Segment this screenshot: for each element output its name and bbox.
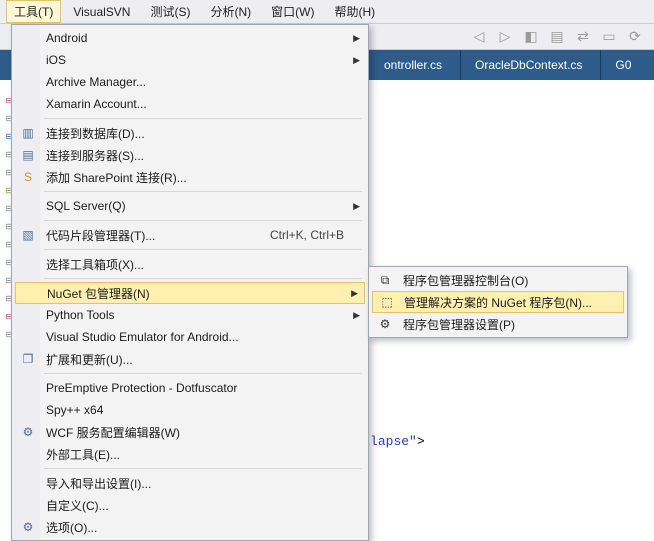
menu-label: 导入和导出设置(I)... [46, 475, 151, 492]
submenu-item-manage-nuget[interactable]: ⬚ 管理解决方案的 NuGet 程序包(N)... [372, 291, 624, 313]
menu-label: Xamarin Account... [46, 97, 147, 111]
nav-back-icon: ◁ [470, 28, 488, 45]
menu-label: 程序包管理器设置(P) [403, 316, 515, 333]
menu-item-exttools[interactable]: 外部工具(E)... [14, 443, 366, 465]
submenu-item-pmconsole[interactable]: ⧉ 程序包管理器控制台(O) [371, 269, 625, 291]
menu-analyze[interactable]: 分析(N) [202, 0, 259, 23]
menu-item-python[interactable]: Python Tools ▶ [14, 304, 366, 326]
menu-label: WCF 服务配置编辑器(W) [46, 424, 180, 441]
menu-visualsvn[interactable]: VisualSVN [65, 2, 138, 22]
console-icon: ⧉ [376, 273, 394, 288]
menu-label: 添加 SharePoint 连接(R)... [46, 169, 187, 186]
menu-item-dotfuscator[interactable]: PreEmptive Protection - Dotfuscator [14, 377, 366, 399]
submenu-arrow-icon: ▶ [353, 33, 360, 44]
wcf-icon: ⚙ [19, 425, 37, 439]
menu-item-spy[interactable]: Spy++ x64 [14, 399, 366, 421]
snippet-icon: ▧ [19, 228, 37, 242]
tab-controller[interactable]: ontroller.cs [370, 50, 460, 80]
extensions-icon: ❐ [19, 352, 37, 366]
tab-g0[interactable]: G0 [600, 50, 649, 80]
menu-label: 选择工具箱项(X)... [46, 256, 144, 273]
menu-item-xamarin[interactable]: Xamarin Account... [14, 93, 366, 115]
menu-label: NuGet 包管理器(N) [47, 285, 150, 302]
menu-label: 扩展和更新(U)... [46, 351, 133, 368]
menu-separator [44, 278, 362, 279]
menu-item-dbconnect[interactable]: ▥ 连接到数据库(D)... [14, 122, 366, 144]
menu-item-wcf[interactable]: ⚙ WCF 服务配置编辑器(W) [14, 421, 366, 443]
nuget-submenu: ⧉ 程序包管理器控制台(O) ⬚ 管理解决方案的 NuGet 程序包(N)...… [368, 266, 628, 338]
tools-menu: Android ▶ iOS ▶ Archive Manager... Xamar… [11, 24, 369, 541]
menu-item-impexp[interactable]: 导入和导出设置(I)... [14, 472, 366, 494]
nav-fwd-icon: ▷ [496, 28, 514, 45]
menu-label: iOS [46, 53, 66, 67]
submenu-item-pmsettings[interactable]: ⚙ 程序包管理器设置(P) [371, 313, 625, 335]
menu-label: 选项(O)... [46, 519, 97, 536]
menu-label: 自定义(C)... [46, 497, 109, 514]
menu-item-android[interactable]: Android ▶ [14, 27, 366, 49]
menu-label: Spy++ x64 [46, 403, 103, 417]
menubar: 工具(T) VisualSVN 测试(S) 分析(N) 窗口(W) 帮助(H) [0, 0, 654, 24]
menu-separator [44, 373, 362, 374]
shortcut: Ctrl+K, Ctrl+B [270, 228, 344, 242]
menu-item-sqlserver[interactable]: SQL Server(Q) ▶ [14, 195, 366, 217]
refresh-icon: ⟳ [626, 28, 644, 45]
submenu-arrow-icon: ▶ [353, 55, 360, 66]
menu-help[interactable]: 帮助(H) [326, 0, 383, 23]
bookmark-icon: ◧ [522, 28, 540, 45]
menu-label: Visual Studio Emulator for Android... [46, 330, 239, 344]
menu-separator [44, 118, 362, 119]
menu-window[interactable]: 窗口(W) [263, 0, 322, 23]
menu-label: 外部工具(E)... [46, 446, 120, 463]
menu-item-options[interactable]: ⚙ 选项(O)... [14, 516, 366, 538]
menu-item-vsemu[interactable]: Visual Studio Emulator for Android... [14, 326, 366, 348]
menu-label: Python Tools [46, 308, 115, 322]
rect-icon: ▭ [600, 28, 618, 45]
menu-item-archive[interactable]: Archive Manager... [14, 71, 366, 93]
menu-label: 连接到服务器(S)... [46, 147, 144, 164]
package-icon: ⬚ [378, 295, 396, 309]
menu-label: 管理解决方案的 NuGet 程序包(N)... [404, 294, 592, 311]
menu-label: 程序包管理器控制台(O) [403, 272, 528, 289]
menu-label: Archive Manager... [46, 75, 146, 89]
submenu-arrow-icon: ▶ [351, 288, 358, 299]
sharepoint-icon: S [19, 170, 37, 184]
menu-separator [44, 249, 362, 250]
menu-label: 代码片段管理器(T)... [46, 227, 155, 244]
menu-item-extupd[interactable]: ❐ 扩展和更新(U)... [14, 348, 366, 370]
menu-test[interactable]: 测试(S) [142, 0, 198, 23]
menu-label: PreEmptive Protection - Dotfuscator [46, 381, 237, 395]
menu-item-ios[interactable]: iOS ▶ [14, 49, 366, 71]
menu-item-snippets[interactable]: ▧ 代码片段管理器(T)... Ctrl+K, Ctrl+B [14, 224, 366, 246]
menu-separator [44, 191, 362, 192]
submenu-arrow-icon: ▶ [353, 201, 360, 212]
swap-icon: ⇄ [574, 28, 592, 45]
db-icon: ▥ [19, 126, 37, 140]
submenu-arrow-icon: ▶ [353, 310, 360, 321]
menu-separator [44, 220, 362, 221]
doc-icon: ▤ [548, 28, 566, 45]
menu-label: 连接到数据库(D)... [46, 125, 145, 142]
gear-icon: ⚙ [19, 520, 37, 534]
server-icon: ▤ [19, 148, 37, 162]
menu-label: SQL Server(Q) [46, 199, 126, 213]
menu-item-nuget[interactable]: NuGet 包管理器(N) ▶ [15, 282, 365, 304]
tab-oracledbcontext[interactable]: OracleDbContext.cs [460, 50, 600, 80]
menu-item-toolbox[interactable]: 选择工具箱项(X)... [14, 253, 366, 275]
menu-item-srvconnect[interactable]: ▤ 连接到服务器(S)... [14, 144, 366, 166]
menu-separator [44, 468, 362, 469]
gear-icon: ⚙ [376, 317, 394, 331]
menu-label: Android [46, 31, 87, 45]
menu-tools[interactable]: 工具(T) [6, 0, 61, 23]
menu-item-sharepoint[interactable]: S 添加 SharePoint 连接(R)... [14, 166, 366, 188]
